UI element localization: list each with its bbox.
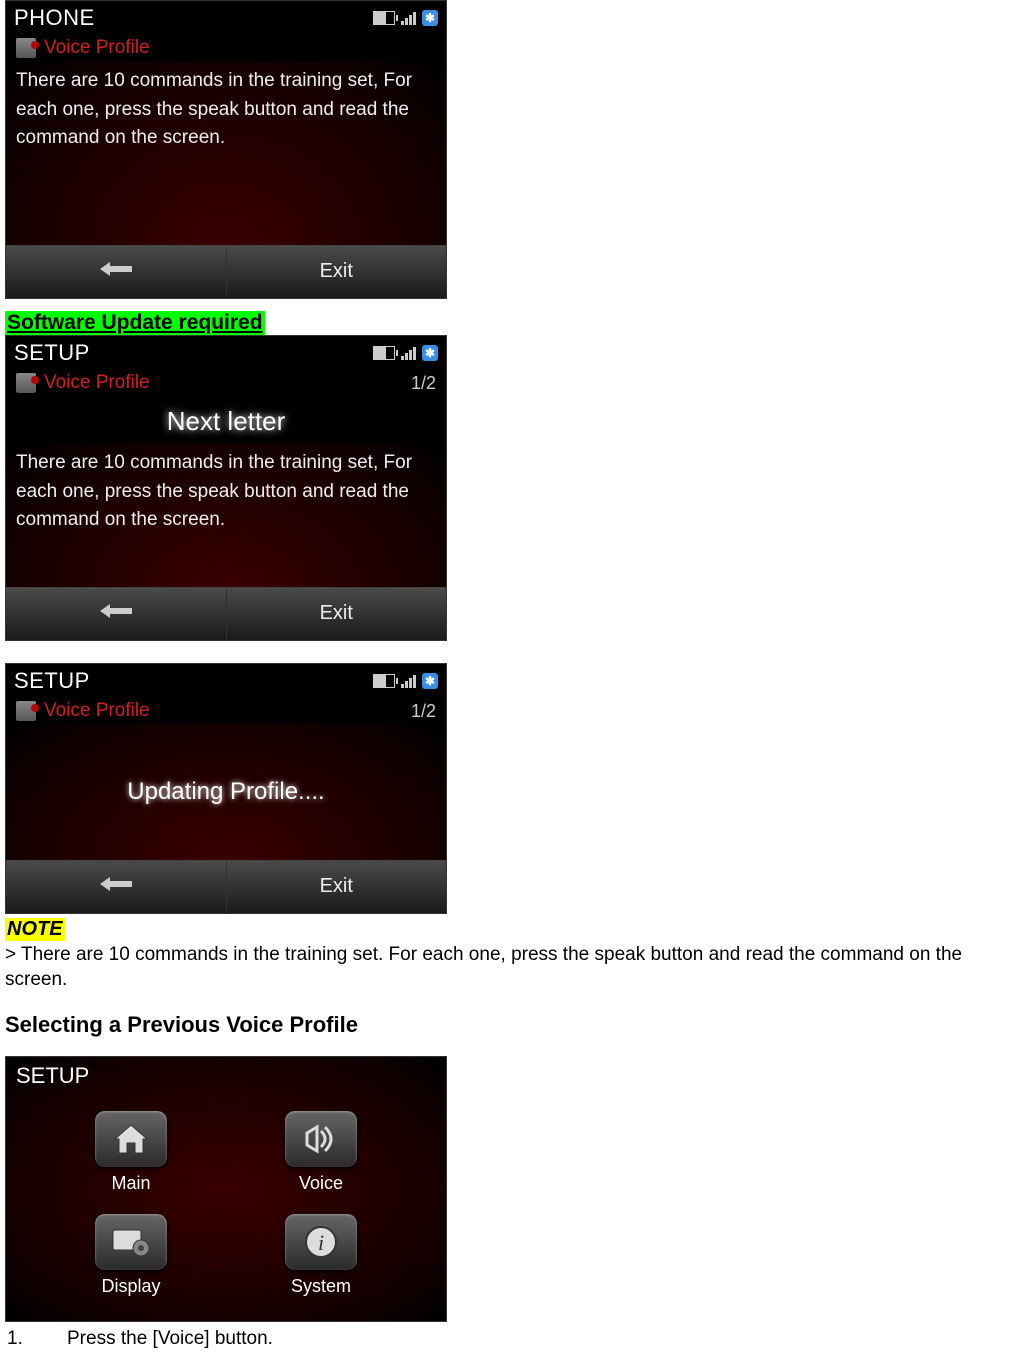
exit-button[interactable]: Exit [227, 861, 447, 913]
signal-icon [401, 11, 416, 25]
voice-profile-icon [16, 38, 36, 58]
battery-icon [373, 11, 395, 25]
voice-profile-label: Voice Profile [44, 372, 150, 394]
instruction-text: There are 10 commands in the training se… [6, 61, 446, 245]
section-heading: Selecting a Previous Voice Profile [5, 1012, 1007, 1038]
voice-profile-icon [16, 373, 36, 393]
screen-title: SETUP [6, 1057, 446, 1091]
sub-header: Voice Profile [6, 33, 446, 61]
note-body: > There are 10 commands in the training … [5, 943, 1007, 992]
setup-menu-screen: SETUP Main Voice Display [5, 1056, 447, 1322]
page-counter: 1/2 [411, 701, 436, 722]
bluetooth-icon: ✱ [422, 673, 438, 689]
voice-profile-icon [16, 701, 36, 721]
back-arrow-icon [98, 260, 134, 278]
step-1: 1.Press the [Voice] button. [5, 1326, 1007, 1350]
setup-updating-screen: SETUP ✱ Voice Profile 1/2 Updating Profi… [5, 663, 447, 914]
page-counter: 1/2 [411, 373, 436, 394]
screen-body: Updating Profile.... [6, 724, 446, 860]
step-number: 1. [7, 1328, 67, 1350]
setup-item-main[interactable]: Main [56, 1111, 206, 1194]
back-arrow-icon [98, 602, 134, 620]
updating-text: Updating Profile.... [6, 724, 446, 860]
back-button[interactable] [6, 246, 227, 298]
button-bar: Exit [6, 587, 446, 640]
svg-text:i: i [318, 1230, 324, 1255]
status-icons: ✱ [373, 673, 438, 689]
setup-item-label: Voice [299, 1173, 343, 1194]
button-bar: Exit [6, 860, 446, 913]
exit-button[interactable]: Exit [227, 588, 447, 640]
setup-item-label: System [291, 1276, 351, 1297]
setup-item-display[interactable]: Display [56, 1214, 206, 1297]
setup-item-voice[interactable]: Voice [246, 1111, 396, 1194]
battery-icon [373, 346, 395, 360]
phone-voice-profile-screen: PHONE ✱ Voice Profile There are 10 comma… [5, 0, 447, 299]
step-text: Press the [Voice] button. [67, 1328, 273, 1349]
setup-item-label: Display [101, 1276, 160, 1297]
button-bar: Exit [6, 245, 446, 298]
status-bar: SETUP ✱ [6, 664, 446, 696]
command-text: Next letter [6, 396, 446, 443]
instruction-text: There are 10 commands in the training se… [6, 443, 446, 587]
setup-item-label: Main [111, 1173, 150, 1194]
status-icons: ✱ [373, 10, 438, 26]
screen-title: SETUP [14, 340, 90, 366]
voice-icon [285, 1111, 357, 1167]
back-button[interactable] [6, 861, 227, 913]
signal-icon [401, 346, 416, 360]
note-label: NOTE [5, 918, 65, 941]
bluetooth-icon: ✱ [422, 345, 438, 361]
bluetooth-icon: ✱ [422, 10, 438, 26]
home-icon [95, 1111, 167, 1167]
software-update-heading: Software Update required [5, 311, 265, 335]
info-icon: i [285, 1214, 357, 1270]
status-bar: PHONE ✱ [6, 1, 446, 33]
display-icon [95, 1214, 167, 1270]
sub-header: Voice Profile 1/2 [6, 696, 446, 724]
screen-title: PHONE [14, 5, 95, 31]
signal-icon [401, 674, 416, 688]
voice-profile-label: Voice Profile [44, 700, 150, 722]
exit-button[interactable]: Exit [227, 246, 447, 298]
battery-icon [373, 674, 395, 688]
screen-title: SETUP [14, 668, 90, 694]
back-button[interactable] [6, 588, 227, 640]
sub-header: Voice Profile 1/2 [6, 368, 446, 396]
setup-next-letter-screen: SETUP ✱ Voice Profile 1/2 Next letter Th… [5, 335, 447, 641]
back-arrow-icon [98, 875, 134, 893]
voice-profile-label: Voice Profile [44, 37, 150, 59]
status-icons: ✱ [373, 345, 438, 361]
status-bar: SETUP ✱ [6, 336, 446, 368]
setup-item-system[interactable]: i System [246, 1214, 396, 1297]
